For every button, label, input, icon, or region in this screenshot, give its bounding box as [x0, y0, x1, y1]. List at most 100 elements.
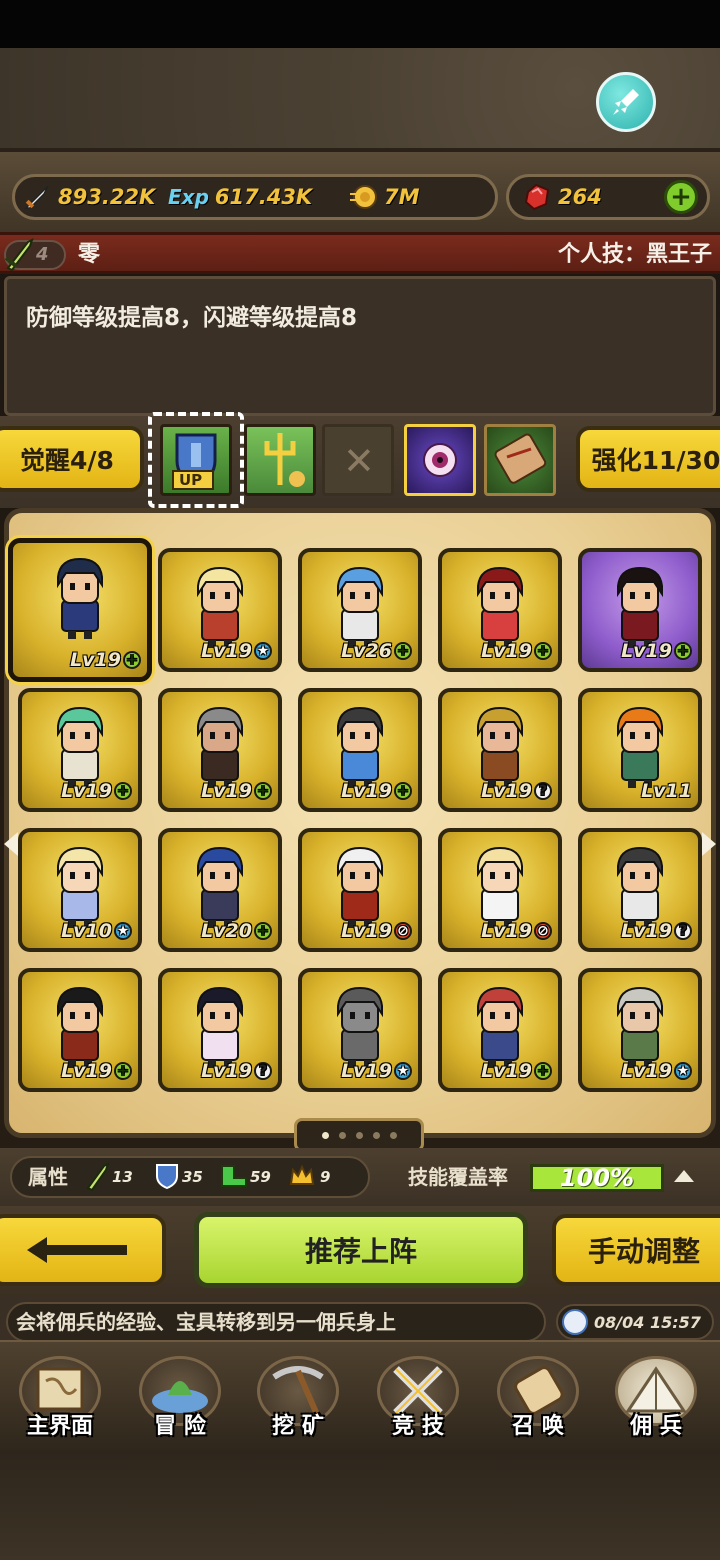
nav-adventure-label: 冒 险 — [154, 1414, 206, 1439]
mercenary-card[interactable]: Lv19 ★ — [578, 968, 702, 1092]
level-tag: Lv19 + — [621, 640, 692, 662]
awaken-button[interactable]: 觉醒4/8 — [0, 426, 144, 492]
mercenary-card[interactable]: Lv19 ⊘ — [438, 828, 562, 952]
status-badge-icon: + — [534, 1062, 552, 1080]
manual-adjust-button[interactable]: 手动调整 — [552, 1214, 720, 1286]
exp-value: 617.43K — [214, 185, 313, 209]
level-value: Lv19 — [621, 920, 672, 942]
gem-value: 264 — [558, 185, 602, 209]
sword-class-icon — [2, 236, 36, 276]
level-tag: Lv19 ★ — [341, 1060, 412, 1082]
gem-resource: 264 — [522, 180, 602, 214]
status-badge-icon: + — [114, 782, 132, 800]
level-tag: Lv19 + — [481, 640, 552, 662]
nav-arena[interactable]: 竞 技 — [360, 1346, 476, 1446]
mercenary-card[interactable]: Lv19 + — [438, 548, 562, 672]
time-pill: 08/04 15:57 — [556, 1304, 714, 1340]
recommend-label: 推荐上阵 — [304, 1235, 417, 1268]
hero-portrait — [57, 846, 103, 928]
mercenary-card[interactable]: Lv10 ★ — [18, 828, 142, 952]
mercenary-card[interactable]: Lv19 ★ — [298, 968, 422, 1092]
crown-attr-value: 9 — [320, 1168, 331, 1186]
mercenary-card[interactable]: Lv19 + — [578, 548, 702, 672]
nav-summon-label: 召 唤 — [512, 1414, 564, 1439]
bottom-map-background — [0, 1450, 720, 1560]
status-badge-icon: + — [123, 651, 141, 669]
page-dot — [321, 1131, 329, 1139]
level-value: Lv19 — [341, 920, 392, 942]
weapon-tab[interactable] — [244, 424, 316, 496]
exp-resource: Exp 617.43K — [168, 180, 312, 214]
sword-attr-icon — [82, 1160, 112, 1196]
mercenary-card[interactable]: Lv19 ⊘ — [298, 828, 422, 952]
boot-attr-value: 59 — [250, 1168, 271, 1186]
add-gems-button[interactable]: + — [664, 180, 698, 214]
mercenary-card[interactable]: Lv19 ★ — [158, 548, 282, 672]
back-button[interactable] — [0, 1214, 166, 1286]
mercenary-card[interactable]: Lv20 + — [158, 828, 282, 952]
hero-portrait — [197, 706, 243, 788]
level-value: Lv10 — [61, 920, 112, 942]
scroll-icon — [494, 433, 547, 484]
hero-portrait — [337, 986, 383, 1068]
info-message: 会将佣兵的经验、宝具转移到另一佣兵身上 — [6, 1302, 546, 1342]
status-badge-icon: + — [394, 782, 412, 800]
hero-portrait — [337, 706, 383, 788]
hero-portrait — [197, 566, 243, 648]
awaken-label: 觉醒4/8 — [20, 446, 114, 475]
level-value: Lv19 — [481, 920, 532, 942]
mercenary-card[interactable]: Lv19? — [578, 828, 702, 952]
back-arrow-icon — [27, 1237, 127, 1263]
mercenary-card[interactable]: Lv19? — [158, 968, 282, 1092]
level-tag: Lv19 ★ — [201, 640, 272, 662]
eye-tab[interactable] — [404, 424, 476, 496]
mercenary-card[interactable]: Lv26 + — [298, 548, 422, 672]
page-dot — [372, 1131, 380, 1139]
hero-name: 零 — [78, 242, 101, 267]
mercenary-card[interactable]: Lv19? — [438, 688, 562, 812]
nav-mercenary[interactable]: 佣 兵 — [598, 1346, 714, 1446]
description-box — [4, 276, 716, 416]
level-tag: Lv19 + — [61, 1060, 132, 1082]
level-tag: Lv19 ⊘ — [341, 920, 412, 942]
status-badge-icon: ★ — [114, 922, 132, 940]
mercenary-card[interactable]: Lv11 — [578, 688, 702, 812]
empty-slot-tab: ✕ — [322, 424, 394, 496]
mercenary-card[interactable]: Lv19 + — [158, 688, 282, 812]
recommend-button[interactable]: 推荐上阵 — [194, 1212, 528, 1288]
status-badge-icon: ? — [674, 922, 692, 940]
mercenary-card[interactable]: Lv19 + — [8, 538, 152, 682]
crown-attr-icon — [288, 1162, 316, 1194]
nav-adventure[interactable]: 冒 险 — [122, 1346, 238, 1446]
enhance-button[interactable]: 强化11/30 — [576, 426, 720, 492]
mercenary-card[interactable]: Lv19 + — [18, 688, 142, 812]
nav-summon[interactable]: 召 唤 — [480, 1346, 596, 1446]
clock-icon — [562, 1309, 588, 1335]
page-dot — [389, 1131, 397, 1139]
gold-resource: 7M — [348, 180, 420, 214]
level-value: Lv19 — [621, 640, 672, 662]
mercenary-card[interactable]: Lv19 + — [438, 968, 562, 1092]
hero-portrait — [477, 846, 523, 928]
mercenary-card[interactable]: Lv19 + — [298, 688, 422, 812]
mercenary-card[interactable]: Lv19 + — [18, 968, 142, 1092]
nav-main[interactable]: 主界面 — [2, 1346, 118, 1446]
hero-portrait — [617, 706, 663, 788]
hero-portrait — [477, 706, 523, 788]
hero-portrait — [617, 846, 663, 928]
page-dot — [338, 1131, 346, 1139]
status-badge-icon: + — [114, 1062, 132, 1080]
status-badge-icon: + — [534, 642, 552, 660]
nav-mining[interactable]: 挖 矿 — [240, 1346, 356, 1446]
hero-portrait — [617, 986, 663, 1068]
hero-rank: 4 — [36, 244, 49, 265]
time-value: 08/04 15:57 — [594, 1312, 701, 1332]
exp-icon: Exp — [168, 185, 209, 209]
rocket-button[interactable] — [596, 72, 656, 132]
level-value: Lv19 — [61, 1060, 112, 1082]
hero-portrait — [197, 846, 243, 928]
scroll-tab[interactable] — [484, 424, 556, 496]
hero-portrait — [57, 706, 103, 788]
hero-portrait — [57, 986, 103, 1068]
status-badge-icon: + — [394, 642, 412, 660]
